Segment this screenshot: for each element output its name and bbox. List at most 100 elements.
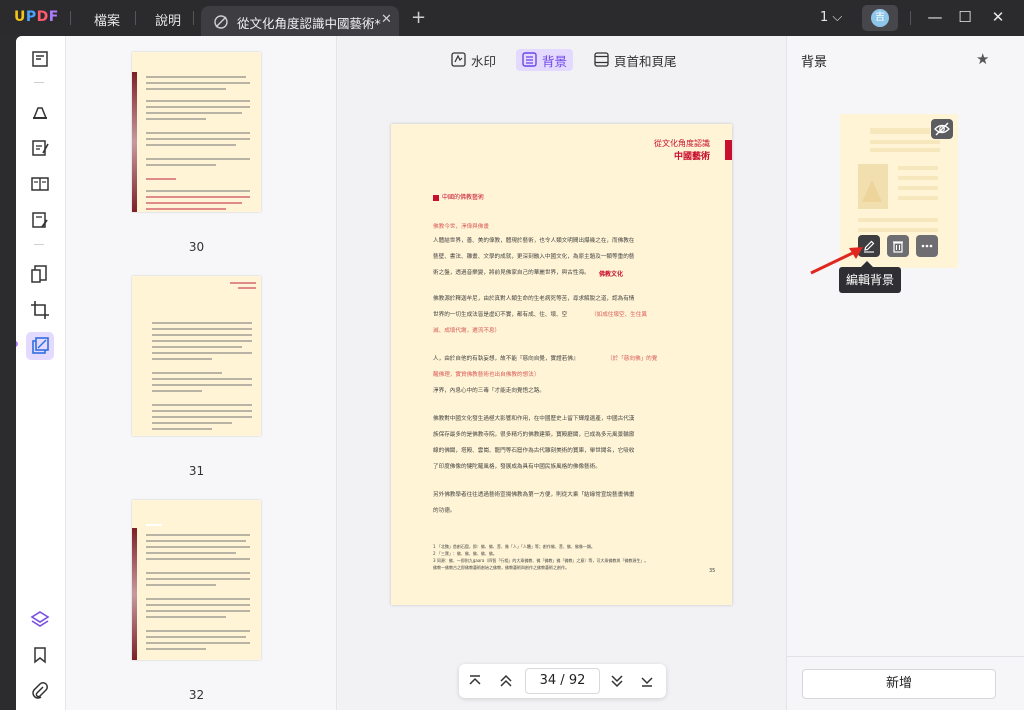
red-inline-text: 醒佛理，實質佛教藝術也出自佛教的想法〕 xyxy=(433,372,540,378)
thumbnail-page-31[interactable] xyxy=(132,276,261,436)
document-tab[interactable]: 從文化角度認識中國藝術* ✕ xyxy=(201,6,399,36)
title-separator xyxy=(135,11,136,25)
active-indicator xyxy=(16,341,18,347)
body-line: 術之盤，透過音樂變，將前見佛家自己的華麗世界，與古性海。 xyxy=(433,270,590,276)
left-toolbar xyxy=(16,36,66,710)
body-line: 了印度佛像的犍陀羅風格，發展成為具有中國民族風格的佛像藝術。 xyxy=(433,464,601,470)
tab-title: 從文化角度認識中國藝術* xyxy=(237,16,381,31)
convert-icon[interactable] xyxy=(26,260,54,288)
new-tab-button[interactable]: + xyxy=(411,7,426,28)
tab-close-icon[interactable]: ✕ xyxy=(381,12,392,27)
background-label: 背景 xyxy=(542,54,568,69)
page-header-small: 從文化角度認識 xyxy=(654,139,710,148)
avatar: 吉 xyxy=(871,9,889,27)
annotation-arrow-icon xyxy=(810,247,863,275)
header-footer-icon xyxy=(594,52,609,67)
more-options-button[interactable] xyxy=(916,235,938,257)
chevron-down-icon: ⌵ xyxy=(832,10,843,25)
inline-label: 佛教文化 xyxy=(599,271,624,278)
current-page: 34 xyxy=(539,673,557,688)
body-line: 世界的一切生成法皆是虛幻不實，都有成、住、壞、空 xyxy=(433,312,568,318)
background-panel: 背景 ★ 編輯背景 新增 xyxy=(786,36,1024,710)
panel-divider xyxy=(787,656,1024,657)
delete-background-button[interactable] xyxy=(887,235,909,257)
window-count-value: 1 xyxy=(820,10,829,25)
page-separator: / xyxy=(560,673,565,688)
layers-icon[interactable] xyxy=(26,605,54,633)
window-count[interactable]: 1 ⌵ xyxy=(820,10,842,25)
body-line: 線的佛閣，塔殿、雲崗、龍門等石窟作為古代雕刻美術的寶庫，舉世聞名，它吸收 xyxy=(433,448,635,454)
total-pages: 92 xyxy=(568,673,586,688)
header-accent-bar xyxy=(725,140,732,160)
title-bar: UPDF 檔案 說明 從文化角度認識中國藝術* ✕ + 1 ⌵ 吉 — ☐ ✕ xyxy=(0,0,1024,36)
body-line: 藝壁、書法、雕畫、文學的成就，更深刻融入中國文化，為原主題及一類等重的藝 xyxy=(433,254,635,260)
thumbnail-panel: 30 31 32 xyxy=(66,36,337,710)
red-inline-text: 〔於「慈向佛」的覺 xyxy=(607,356,658,362)
next-page-icon[interactable] xyxy=(607,671,627,691)
eye-off-icon[interactable] xyxy=(931,119,953,139)
body-line: 淨界，內息心中的三毒「才能走向覺悟之路。 xyxy=(433,388,545,394)
watermark-label: 水印 xyxy=(471,54,497,69)
close-window-button[interactable]: ✕ xyxy=(990,8,1006,26)
body-line: 佛教對中國文化發生過極大影響和作用，在中國歷史上留下輝煌遺產，中國古代漢 xyxy=(433,416,635,422)
thumbnail-page-30[interactable] xyxy=(132,52,261,212)
page-navigation: 34 / 92 xyxy=(459,664,666,698)
attachment-icon[interactable] xyxy=(26,677,54,705)
watermark-icon xyxy=(451,52,466,67)
fill-sign-icon[interactable] xyxy=(26,206,54,234)
footnote: 佛教一佛教古之即佛教藝術創始之佛教，佛教藝術與創作之佛教藝術之創作。 xyxy=(433,565,569,570)
title-separator xyxy=(193,11,194,25)
red-inline-text: （如成住壞空、生住異 xyxy=(591,312,647,318)
background-icon xyxy=(522,52,537,67)
thumbnail-page-number: 30 xyxy=(188,240,205,254)
document-view: 水印 背景 頁首和頁尾 從文化角度認識 中國藝術 中國的佛教藝術 佛教今世，淨偉… xyxy=(338,36,786,710)
body-line: 佛教源於釋迦牟尼，由於真對人類生命的生老病死等苦，尋求解脫之道，認為有情 xyxy=(433,296,635,302)
more-icon xyxy=(921,244,933,248)
panel-title: 背景 xyxy=(801,55,828,70)
app-logo: UPDF xyxy=(14,9,59,25)
edit-text-icon[interactable] xyxy=(26,134,54,162)
star-icon[interactable]: ★ xyxy=(976,50,989,68)
page-number: 35 xyxy=(709,568,716,574)
body-line: 的功德。 xyxy=(433,508,456,514)
thumbnail-page-32[interactable] xyxy=(132,500,261,660)
background-button[interactable]: 背景 xyxy=(516,49,574,71)
body-line: 人，由於自他的有執妄想，故不能『慈向自覺，實證若佛』 xyxy=(433,356,579,362)
reader-icon[interactable] xyxy=(26,45,54,73)
page-header-large: 中國藝術 xyxy=(673,152,710,162)
menu-file[interactable]: 檔案 xyxy=(94,10,120,29)
body-line: 另外佛教學者往往透過藝術宣揚佛教為第一方便，則從大乘「結緣常宣說藝畫佛畫 xyxy=(433,492,635,498)
body-line: 人體結世界，善、美的偉教，體現於藝術，也令人類文明間出爆幾之在，而佛教在 xyxy=(433,238,635,244)
section-heading: 中國的佛教藝術 xyxy=(442,194,485,201)
last-page-icon[interactable] xyxy=(637,671,657,691)
organize-pages-icon[interactable] xyxy=(26,170,54,198)
watermark-button[interactable]: 水印 xyxy=(445,49,502,71)
menu-help[interactable]: 說明 xyxy=(155,10,181,29)
previous-page-icon[interactable] xyxy=(496,671,516,691)
toolbar-divider xyxy=(34,82,44,83)
header-footer-button[interactable]: 頁首和頁尾 xyxy=(588,49,683,71)
page-tools-icon[interactable] xyxy=(26,332,54,360)
header-footer-label: 頁首和頁尾 xyxy=(614,54,677,69)
body-line: 族保存最多的是佛教寺院，很多精巧的佛教建築，寶殿廳閣，已成為多元風景輪廓 xyxy=(433,432,635,438)
footnote: 2 「三寶」：佛、佛、佛、佛、佛。 xyxy=(433,551,497,556)
thumbnail-page-number: 31 xyxy=(188,464,205,478)
red-inline-text: 滅、成壞代謝，遷流不息） xyxy=(433,328,501,334)
add-background-button[interactable]: 新增 xyxy=(802,669,996,699)
title-separator xyxy=(910,11,911,25)
workspace: 30 31 32 水印 背景 頁首和頁尾 從文化角度認識 中國藝術 中國的佛教藝… xyxy=(16,36,1024,710)
first-page-icon[interactable] xyxy=(465,671,485,691)
minimize-button[interactable]: — xyxy=(927,8,943,26)
document-page[interactable]: 從文化角度認識 中國藝術 中國的佛教藝術 佛教今世，淨偉與佛畫 人體結世界，善、… xyxy=(391,124,732,605)
crop-icon[interactable] xyxy=(26,296,54,324)
bookmark-icon[interactable] xyxy=(26,641,54,669)
subheading: 佛教今世，淨偉與佛畫 xyxy=(433,224,489,230)
thumbnail-page-number: 32 xyxy=(188,688,205,702)
highlighter-icon[interactable] xyxy=(26,98,54,126)
trash-icon xyxy=(893,241,903,253)
unlink-icon xyxy=(214,15,228,29)
toolbar-divider xyxy=(34,244,44,245)
account-button[interactable]: 吉 xyxy=(862,5,898,31)
maximize-button[interactable]: ☐ xyxy=(957,8,973,26)
page-number-input[interactable]: 34 / 92 xyxy=(525,668,600,694)
